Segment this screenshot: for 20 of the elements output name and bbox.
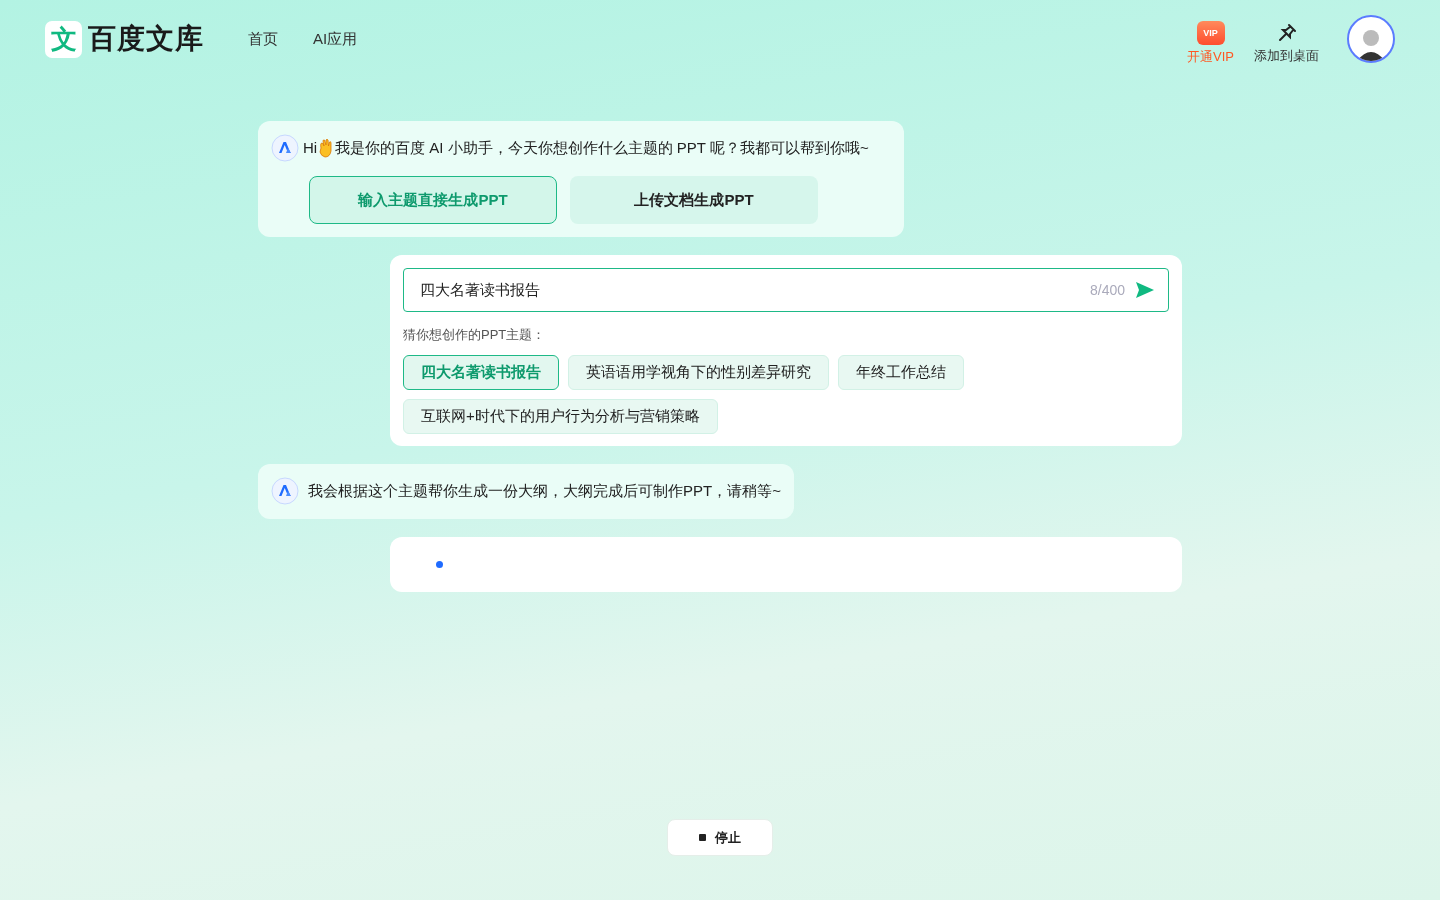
suggestion-label: 猜你想创作的PPT主题： — [403, 326, 547, 344]
vip-gift-icon: VIP — [1196, 21, 1225, 46]
assistant-logo-icon — [271, 477, 299, 505]
greeting-text: 我是你的百度 AI 小助手，今天你想创作什么主题的 PPT 呢？我都可以帮到你哦~ — [335, 137, 869, 158]
nav-link[interactable]: 首页 — [248, 27, 278, 51]
suggestion-chip[interactable]: 年终工作总结 — [838, 354, 964, 390]
character-counter: 8/400 — [1089, 280, 1125, 300]
assistant-reply-text: 我会根据这个主题帮你生成一份大纲，大纲完成后可制作PPT，请稍等~ — [308, 480, 781, 501]
greeting-text: Hi — [303, 137, 318, 158]
add-to-desktop-button[interactable]: 添加到桌面 — [1254, 22, 1319, 66]
mode-tab[interactable]: 上传文档生成PPT — [570, 176, 818, 224]
stop-button[interactable]: 停止 — [667, 819, 773, 856]
suggestion-chip[interactable]: 英语语用学视角下的性别差异研究 — [568, 354, 829, 390]
logo-text[interactable]: 百度文库 — [88, 18, 204, 60]
assistant-logo-icon — [271, 134, 299, 162]
user-avatar[interactable] — [1347, 15, 1395, 63]
send-icon[interactable] — [1135, 281, 1155, 299]
suggestion-chip[interactable]: 互联网+时代下的用户行为分析与营销策略 — [403, 398, 718, 434]
nav-link[interactable]: AI应用 — [313, 27, 358, 51]
stop-icon — [699, 834, 706, 841]
